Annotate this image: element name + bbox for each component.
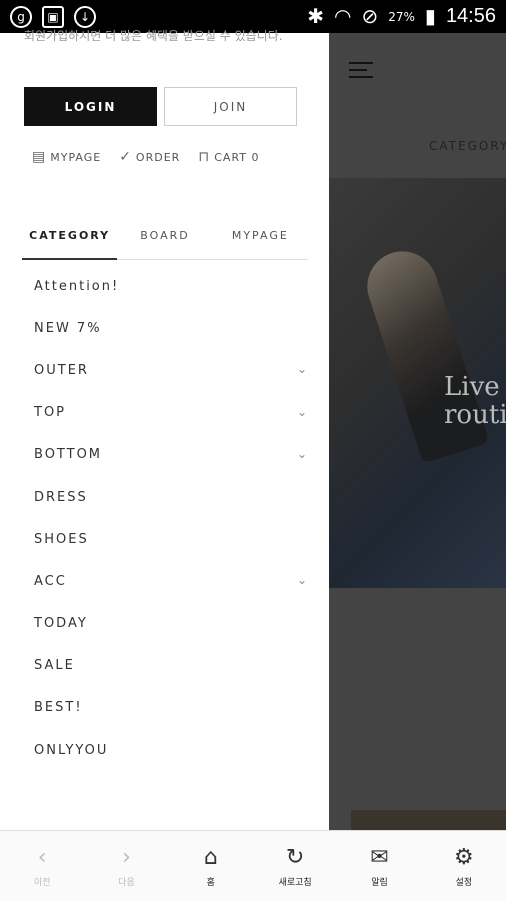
menu-item-bottom[interactable]: BOTTOM ⌄ xyxy=(0,434,329,476)
menu-item-outer[interactable]: OUTER ⌄ xyxy=(0,349,329,391)
nav-forward-button[interactable]: › 다음 xyxy=(84,831,168,901)
hamburger-icon[interactable] xyxy=(349,62,373,78)
chevron-down-icon[interactable]: ⌄ xyxy=(297,405,309,419)
menu-item-dress[interactable]: DRESS xyxy=(0,476,329,518)
hero-shoe-image xyxy=(358,242,490,464)
menu-item-top[interactable]: TOP ⌄ xyxy=(0,392,329,434)
g-app-icon: g xyxy=(10,5,32,28)
quick-links: ▤ MYPAGE ✓ ORDER ⊓ CART 0 xyxy=(32,149,278,165)
mypage-link[interactable]: ▤ MYPAGE xyxy=(32,149,101,165)
mail-icon: ✉ xyxy=(370,845,389,870)
side-drawer: 회원가입하시면 더 많은 혜택을 받으실 수 있습니다. LOGIN JOIN … xyxy=(0,29,329,830)
chevron-down-icon[interactable]: ⌄ xyxy=(297,573,309,587)
login-button[interactable]: LOGIN xyxy=(24,87,157,126)
bluetooth-icon: ✱ xyxy=(307,6,325,28)
download-icon: ↓ xyxy=(74,5,96,28)
nav-home-button[interactable]: ⌂ 홈 xyxy=(169,831,253,901)
menu-item-acc[interactable]: ACC ⌄ xyxy=(0,560,329,602)
chevron-down-icon[interactable]: ⌄ xyxy=(297,362,309,376)
background-lower xyxy=(329,588,506,830)
drawer-tabs: CATEGORY BOARD MYPAGE xyxy=(22,211,308,260)
nav-refresh-button[interactable]: ↻ 새로고침 xyxy=(253,831,337,901)
refresh-icon: ↻ xyxy=(285,845,305,870)
menu-item-shoes[interactable]: SHOES xyxy=(0,518,329,560)
tab-board[interactable]: BOARD xyxy=(117,211,212,259)
product-thumbnail xyxy=(351,810,506,830)
do-not-disturb-icon: ⊘ xyxy=(361,6,379,28)
menu-item-sale[interactable]: SALE xyxy=(0,645,329,687)
nav-settings-button[interactable]: ⚙ 설정 xyxy=(422,831,506,901)
check-icon: ✓ xyxy=(119,149,132,165)
chevron-down-icon[interactable]: ⌄ xyxy=(297,447,309,461)
menu-item-best[interactable]: BEST! xyxy=(0,687,329,729)
signup-note: 회원가입하시면 더 많은 혜택을 받으실 수 있습니다. xyxy=(24,29,283,43)
hero-text: Live routi xyxy=(444,372,506,430)
menu-item-onlyyou[interactable]: ONLYYOU xyxy=(0,729,329,771)
background-page: CATEGORY Live routi xyxy=(329,33,506,830)
chevron-left-icon: ‹ xyxy=(37,845,47,870)
tab-category[interactable]: CATEGORY xyxy=(22,211,118,260)
image-icon: ▣ xyxy=(42,5,64,28)
home-icon: ⌂ xyxy=(203,845,218,870)
menu-item-new[interactable]: NEW 7% xyxy=(0,307,329,349)
bottom-nav: ‹ 이전 › 다음 ⌂ 홈 ↻ 새로고침 ✉ 알림 ⚙ 설정 xyxy=(0,830,506,901)
document-icon: ▤ xyxy=(32,149,47,165)
nav-notifications-button[interactable]: ✉ 알림 xyxy=(337,831,421,901)
cart-link[interactable]: ⊓ CART 0 xyxy=(198,149,259,165)
battery-percent: 27% xyxy=(388,9,415,24)
order-link[interactable]: ✓ ORDER xyxy=(119,149,180,165)
nav-back-button[interactable]: ‹ 이전 xyxy=(0,831,84,901)
clock: 14:56 xyxy=(445,5,496,27)
background-header: CATEGORY xyxy=(329,33,506,173)
background-category-label: CATEGORY xyxy=(429,139,506,153)
category-menu: Attention! NEW 7% OUTER ⌄ TOP ⌄ BOTTOM ⌄ DR… xyxy=(0,265,329,771)
chevron-right-icon: › xyxy=(122,845,131,870)
menu-item-attention[interactable]: Attention! xyxy=(0,265,329,307)
join-button[interactable]: JOIN xyxy=(164,87,297,126)
wifi-icon: ◠ xyxy=(334,6,352,28)
bag-icon: ⊓ xyxy=(198,149,211,165)
battery-icon: ▮ xyxy=(424,6,436,28)
tab-mypage[interactable]: MYPAGE xyxy=(213,211,308,259)
menu-item-today[interactable]: TODAY xyxy=(0,603,329,645)
gear-icon: ⚙ xyxy=(453,845,474,870)
hero-banner[interactable]: Live routi xyxy=(329,178,506,588)
